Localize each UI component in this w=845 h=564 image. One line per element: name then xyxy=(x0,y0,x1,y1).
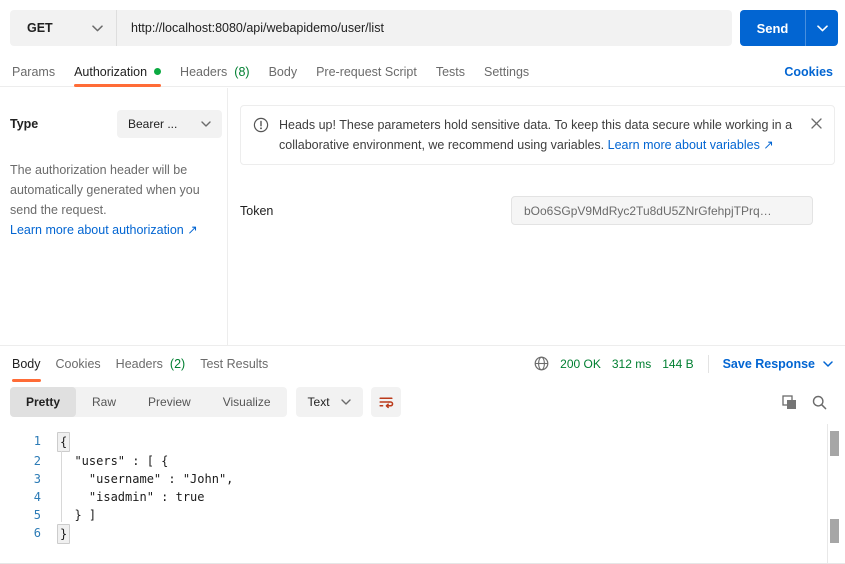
tab-cookies[interactable]: Cookies xyxy=(56,346,101,381)
method-select[interactable]: GET xyxy=(10,10,117,46)
format-value: Text xyxy=(308,395,330,409)
scrollbar-thumb[interactable] xyxy=(830,431,839,456)
tab-preview[interactable]: Preview xyxy=(132,387,207,417)
line-content: } ] xyxy=(41,506,96,524)
url-input[interactable]: http://localhost:8080/api/webapidemo/use… xyxy=(117,10,732,46)
warning-text: Heads up! These parameters hold sensitiv… xyxy=(279,115,795,155)
tab-settings[interactable]: Settings xyxy=(484,57,529,86)
line-content: "isadmin" : true xyxy=(41,488,205,506)
tab-test-results[interactable]: Test Results xyxy=(200,346,268,381)
tab-pre-request-script[interactable]: Pre-request Script xyxy=(316,57,417,86)
tab-body[interactable]: Body xyxy=(12,346,41,381)
send-options-button[interactable] xyxy=(805,10,838,46)
authorization-panel: Type Bearer ... The authorization header… xyxy=(0,88,845,345)
auth-type-value: Bearer ... xyxy=(128,117,177,131)
format-select[interactable]: Text xyxy=(296,387,363,417)
line-content: } xyxy=(41,524,70,544)
authorization-content: Heads up! These parameters hold sensitiv… xyxy=(228,88,845,345)
response-tabs: Body Cookies Headers(2) Test Results xyxy=(12,346,268,381)
wrap-lines-icon xyxy=(378,394,394,410)
code-line: 5 } ] xyxy=(0,506,827,524)
chevron-down-icon xyxy=(823,361,833,367)
tab-tests[interactable]: Tests xyxy=(436,57,465,86)
line-content: { xyxy=(41,432,70,452)
copy-icon[interactable] xyxy=(782,395,797,410)
authorization-sidebar: Type Bearer ... The authorization header… xyxy=(0,88,228,345)
wrap-lines-button[interactable] xyxy=(371,387,401,417)
response-panel: Body Cookies Headers(2) Test Results 200 OK… xyxy=(0,345,845,563)
method-label: GET xyxy=(27,21,53,35)
tab-raw[interactable]: Raw xyxy=(76,387,132,417)
token-input[interactable]: bOo6SGpV9MdRyc2Tu8dU5ZNrGfehpjTPrq… xyxy=(511,196,813,225)
tab-headers[interactable]: Headers(2) xyxy=(116,346,186,381)
auth-type-row: Type Bearer ... xyxy=(10,110,222,138)
auth-type-select[interactable]: Bearer ... xyxy=(117,110,222,138)
learn-more-authorization-link[interactable]: Learn more about authorization ↗ xyxy=(10,220,198,240)
tab-headers[interactable]: Headers(8) xyxy=(180,57,250,86)
response-time[interactable]: 312 ms xyxy=(612,357,651,371)
response-toolbar: PrettyRawPreviewVisualize Text xyxy=(0,381,845,423)
view-mode-tabs: PrettyRawPreviewVisualize xyxy=(10,387,287,417)
chevron-down-icon xyxy=(341,399,351,405)
send-button[interactable]: Send xyxy=(740,10,805,46)
scrollbar-track[interactable] xyxy=(827,424,845,563)
token-row: Token bOo6SGpV9MdRyc2Tu8dU5ZNrGfehpjTPrq… xyxy=(240,196,835,225)
url-bar: GET http://localhost:8080/api/webapidemo… xyxy=(10,10,732,46)
tab-authorization[interactable]: Authorization xyxy=(74,57,161,86)
code-line: 1{ xyxy=(0,432,827,452)
code-line: 3 "username" : "John", xyxy=(0,470,827,488)
active-auth-dot-icon xyxy=(154,68,161,75)
response-body-editor[interactable]: 1{2 "users" : [ {3 "username" : "John",4… xyxy=(0,423,827,563)
divider xyxy=(708,355,709,373)
response-size[interactable]: 144 B xyxy=(662,357,693,371)
code-line: 2 "users" : [ { xyxy=(0,452,827,470)
api-client-window: GET http://localhost:8080/api/webapidemo… xyxy=(0,0,845,564)
line-number: 5 xyxy=(0,506,41,524)
save-response-button[interactable]: Save Response xyxy=(723,357,833,371)
tab-body[interactable]: Body xyxy=(269,57,298,86)
request-tabs: Params Authorization Headers(8) Body Pre-req… xyxy=(0,57,845,87)
alert-circle-icon xyxy=(253,117,269,133)
chevron-down-icon xyxy=(92,25,103,32)
tab-visualize[interactable]: Visualize xyxy=(207,387,287,417)
response-status-bar: 200 OK 312 ms 144 B Save Response xyxy=(534,346,833,381)
line-number: 4 xyxy=(0,488,41,506)
send-button-group: Send xyxy=(740,10,838,46)
chevron-down-icon xyxy=(201,121,211,127)
status-code[interactable]: 200 OK xyxy=(560,357,601,371)
globe-icon[interactable] xyxy=(534,356,549,371)
line-number: 1 xyxy=(0,432,41,452)
cookies-link[interactable]: Cookies xyxy=(784,65,833,79)
close-icon[interactable] xyxy=(811,118,822,129)
line-number: 6 xyxy=(0,524,41,544)
response-actions xyxy=(782,395,835,410)
code-line: 4 "isadmin" : true xyxy=(0,488,827,506)
line-content: "username" : "John", xyxy=(41,470,233,488)
tab-params[interactable]: Params xyxy=(12,57,55,86)
line-number: 3 xyxy=(0,470,41,488)
token-label: Token xyxy=(240,204,273,218)
sensitive-data-warning: Heads up! These parameters hold sensitiv… xyxy=(240,105,835,165)
learn-more-variables-link[interactable]: Learn more about variables ↗ xyxy=(608,138,774,152)
request-url-row: GET http://localhost:8080/api/webapidemo… xyxy=(10,10,838,46)
line-number: 2 xyxy=(0,452,41,470)
response-header: Body Cookies Headers(2) Test Results 200 OK… xyxy=(0,346,845,381)
tab-pretty[interactable]: Pretty xyxy=(10,387,76,417)
search-icon[interactable] xyxy=(812,395,827,410)
scrollbar-thumb[interactable] xyxy=(830,519,839,543)
bracket-scope-guide xyxy=(61,451,62,522)
chevron-down-icon xyxy=(817,25,828,32)
code-line: 6} xyxy=(0,524,827,544)
auth-type-label: Type xyxy=(10,117,38,131)
auth-description: The authorization header will be automat… xyxy=(10,160,214,220)
